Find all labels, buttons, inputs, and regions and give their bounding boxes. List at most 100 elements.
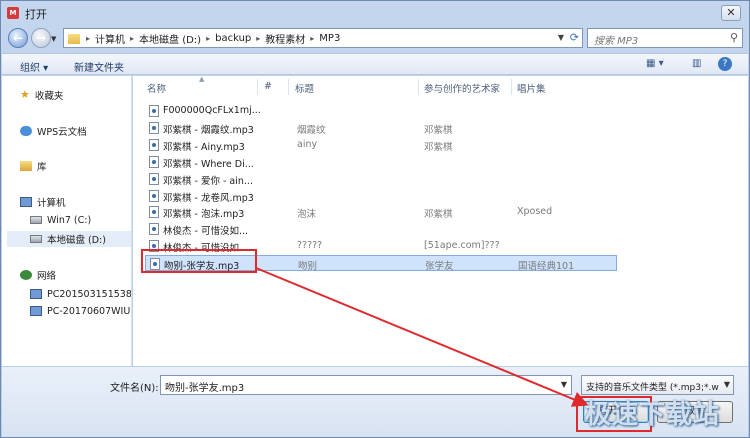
column-header-artist[interactable]: 参与创作的艺术家: [424, 81, 500, 95]
file-list: ▲ 名称 # 标题 参与创作的艺术家 唱片集 F000000QcFLx1mj..…: [133, 75, 748, 366]
star-icon: ★: [20, 88, 30, 101]
file-name: 邓紫棋 - 龙卷风.mp3: [163, 193, 254, 204]
file-name: 邓紫棋 - 泡沫.mp3: [163, 209, 245, 220]
computer-icon: [30, 289, 42, 299]
file-artist: 邓紫棋: [424, 209, 453, 220]
file-row[interactable]: 林俊杰 - 可惜没如...: [145, 221, 617, 237]
column-divider[interactable]: [257, 79, 258, 95]
file-name: 邓紫棋 - Where Di...: [163, 159, 254, 170]
sidebar-item-label: WPS云文档: [37, 127, 87, 138]
sidebar-item-pc2[interactable]: PC-20170607WIUN: [30, 303, 131, 319]
file-artist: 邓紫棋: [424, 125, 453, 136]
preview-pane-icon[interactable]: ▥: [692, 58, 701, 69]
audio-file-icon: [149, 105, 159, 117]
drive-icon: [30, 235, 42, 243]
file-artist: [51ape.com]???: [424, 240, 500, 251]
chevron-right-icon[interactable]: ▸: [254, 34, 262, 43]
column-header-number[interactable]: #: [264, 81, 272, 92]
help-icon[interactable]: ?: [718, 57, 732, 71]
chevron-right-icon[interactable]: ▸: [128, 34, 136, 43]
folder-icon: [68, 34, 80, 44]
file-type-select[interactable]: 支持的音乐文件类型 (*.mp3;*.w ▼: [581, 375, 734, 395]
file-name: 邓紫棋 - 烟霞纹.mp3: [163, 125, 254, 136]
address-bar[interactable]: ▸ 计算机 ▸ 本地磁盘 (D:) ▸ backup ▸ 教程素材 ▸ MP3 …: [63, 28, 583, 48]
audio-file-icon: [149, 156, 159, 168]
column-header-title[interactable]: 标题: [295, 81, 314, 95]
file-row[interactable]: F000000QcFLx1mj...: [145, 103, 617, 119]
sidebar-item-library[interactable]: 库: [20, 158, 131, 174]
file-row[interactable]: 邓紫棋 - 烟霞纹.mp3 烟霞纹 邓紫棋: [145, 120, 617, 136]
filename-input[interactable]: 吻别-张学友.mp3 ▼: [160, 375, 572, 395]
sidebar-item-wps-cloud[interactable]: WPS云文档: [20, 123, 131, 139]
sidebar-item-label: Win7 (C:): [47, 214, 92, 226]
breadcrumb-drive-d[interactable]: 本地磁盘 (D:): [136, 31, 204, 46]
column-divider[interactable]: [418, 79, 419, 95]
sidebar-item-network[interactable]: 网络: [20, 267, 131, 283]
address-dropdown-icon[interactable]: ▼: [558, 33, 564, 42]
view-options-icon[interactable]: ▦ ▾: [646, 58, 664, 69]
search-input[interactable]: 搜索 MP3 ⚲: [587, 28, 743, 48]
sort-ascending-icon: ▲: [199, 75, 205, 83]
sidebar-item-computer[interactable]: 计算机: [20, 194, 131, 210]
chevron-right-icon[interactable]: ▸: [204, 34, 212, 43]
file-row[interactable]: 邓紫棋 - 泡沫.mp3 泡沫 邓紫棋 Xposed: [145, 204, 617, 220]
file-name: 邓紫棋 - 爱你 - ain...: [163, 176, 253, 187]
file-album: 国语经典101: [518, 261, 575, 272]
filename-dropdown-icon[interactable]: ▼: [561, 380, 567, 389]
file-title: ?????: [297, 240, 323, 251]
title-bar: M 打开 ✕: [1, 1, 749, 25]
file-artist: 邓紫棋: [424, 142, 453, 153]
breadcrumb-backup[interactable]: backup: [212, 33, 254, 44]
watermark-text: 极速下载站: [585, 400, 721, 430]
chevron-right-icon[interactable]: ▸: [84, 34, 92, 43]
computer-icon: [30, 306, 42, 316]
file-row[interactable]: 邓紫棋 - 爱你 - ain...: [145, 171, 617, 187]
selected-file-highlight: [141, 249, 257, 273]
audio-file-icon: [149, 139, 159, 151]
file-title: ainy: [297, 139, 318, 150]
refresh-icon[interactable]: ⟳: [570, 31, 579, 44]
search-icon[interactable]: ⚲: [730, 31, 738, 44]
command-toolbar: 组织 ▾ 新建文件夹 ▦ ▾ ▥ ?: [2, 53, 748, 75]
new-folder-button[interactable]: 新建文件夹: [74, 59, 124, 74]
column-header-album[interactable]: 唱片集: [517, 81, 546, 95]
sidebar-item-label: 计算机: [37, 198, 66, 209]
file-type-dropdown-icon[interactable]: ▼: [723, 380, 730, 389]
network-icon: [20, 270, 32, 280]
audio-file-icon: [149, 122, 159, 134]
sidebar-item-favorites[interactable]: ★ 收藏夹: [20, 87, 131, 103]
audio-file-icon: [149, 206, 159, 218]
column-divider[interactable]: [511, 79, 512, 95]
chevron-right-icon[interactable]: ▸: [308, 34, 316, 43]
forward-button[interactable]: →: [31, 28, 51, 48]
window-title: 打开: [25, 8, 47, 21]
file-row[interactable]: 邓紫棋 - Ainy.mp3 ainy 邓紫棋: [145, 137, 617, 153]
breadcrumb-mp3[interactable]: MP3: [316, 33, 343, 44]
column-divider[interactable]: [288, 79, 289, 95]
navigation-pane: ★ 收藏夹 WPS云文档 库 计算机 Win7 (C:) 本地磁盘 (D:) 网…: [2, 76, 132, 366]
close-button[interactable]: ✕: [721, 5, 741, 21]
sidebar-item-pc1[interactable]: PC201503151538: [30, 286, 131, 302]
filename-label: 文件名(N):: [110, 383, 159, 394]
file-name: F000000QcFLx1mj...: [163, 105, 261, 116]
recent-pages-dropdown-icon[interactable]: ▼: [51, 35, 56, 43]
file-type-value: 支持的音乐文件类型 (*.mp3;*.w: [586, 383, 719, 393]
breadcrumb-computer[interactable]: 计算机: [92, 31, 128, 46]
file-row[interactable]: 邓紫棋 - Where Di...: [145, 154, 617, 170]
sidebar-item-drive-c[interactable]: Win7 (C:): [30, 212, 131, 228]
sidebar-item-label: 本地磁盘 (D:): [47, 235, 106, 246]
file-name: 林俊杰 - 可惜没如...: [163, 226, 249, 237]
back-button[interactable]: ←: [8, 28, 28, 48]
audio-file-icon: [149, 173, 159, 185]
file-row[interactable]: 邓紫棋 - 龙卷风.mp3: [145, 188, 617, 204]
open-file-dialog: M 打开 ✕ ← → ▼ ▸ 计算机 ▸ 本地磁盘 (D:) ▸ backup …: [0, 0, 750, 438]
sidebar-item-drive-d[interactable]: 本地磁盘 (D:): [7, 231, 131, 247]
breadcrumb-tutorial[interactable]: 教程素材: [262, 31, 308, 46]
file-album: Xposed: [517, 206, 553, 217]
audio-file-icon: [149, 190, 159, 202]
file-title: 烟霞纹: [297, 125, 326, 136]
file-name: 邓紫棋 - Ainy.mp3: [163, 142, 245, 153]
drive-icon: [30, 216, 42, 224]
organize-button[interactable]: 组织 ▾: [20, 59, 48, 74]
column-header-name[interactable]: 名称: [147, 81, 166, 95]
